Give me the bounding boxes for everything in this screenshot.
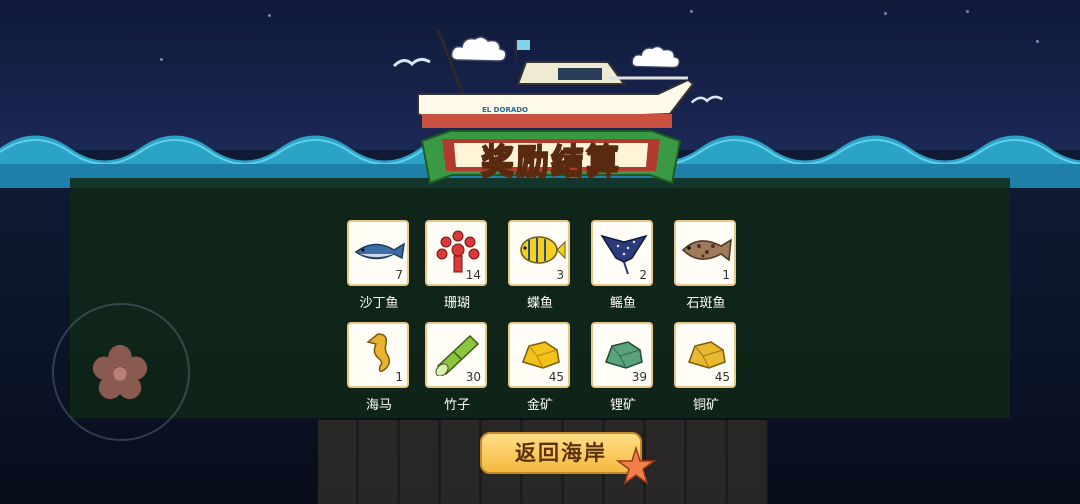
reward-count: 30	[465, 370, 481, 384]
reward-count: 7	[395, 268, 403, 282]
reward-card: 14	[425, 220, 487, 286]
starfish-icon	[616, 446, 656, 485]
reward-name: 海马	[365, 398, 392, 413]
reward-count: 45	[548, 370, 564, 384]
reward-name: 铜矿	[692, 398, 719, 413]
reward-name: 竹子	[443, 398, 470, 413]
page-title: 奖励结算	[480, 140, 621, 181]
game-scene: EL DORADO 奖励结算 7 沙丁鱼 14 珊瑚 3 蝶鱼 2 鳐鱼 1 石…	[0, 0, 1080, 504]
reward-count: 39	[631, 370, 647, 384]
reward-card: 45	[508, 322, 570, 388]
reward-name: 蝶鱼	[526, 296, 553, 311]
reward-name: 珊瑚	[443, 296, 470, 311]
star	[690, 10, 693, 13]
reward-item[interactable]: 2 鳐鱼	[591, 220, 655, 311]
reward-name: 沙丁鱼	[359, 296, 399, 311]
reward-count: 14	[465, 268, 481, 282]
reward-count: 3	[556, 268, 564, 282]
reward-item[interactable]: 1 海马	[347, 322, 411, 413]
star	[966, 10, 969, 13]
star	[268, 14, 271, 17]
reward-card: 39	[591, 322, 653, 388]
reward-item[interactable]: 7 沙丁鱼	[347, 220, 411, 311]
boat-icon: EL DORADO	[417, 29, 695, 128]
reward-count: 1	[722, 268, 730, 282]
reward-count: 1	[395, 370, 403, 384]
reward-card: 3	[508, 220, 570, 286]
reward-item[interactable]: 1 石斑鱼	[674, 220, 738, 311]
reward-card: 30	[425, 322, 487, 388]
reward-name: 石斑鱼	[686, 296, 726, 311]
reward-card: 1	[674, 220, 736, 286]
boat-name-text: EL DORADO	[482, 106, 528, 114]
reward-name: 锂矿	[609, 398, 636, 413]
reward-count: 45	[714, 370, 730, 384]
star	[160, 58, 163, 61]
reward-card: 1	[347, 322, 409, 388]
reward-card: 2	[591, 220, 653, 286]
blossom-icon	[92, 344, 148, 400]
star	[884, 12, 887, 15]
reward-item[interactable]: 45 铜矿	[674, 322, 738, 413]
reward-item[interactable]: 3 蝶鱼	[508, 220, 572, 311]
reward-card: 45	[674, 322, 736, 388]
reward-item[interactable]: 14 珊瑚	[425, 220, 489, 311]
reward-item[interactable]: 30 竹子	[425, 322, 489, 413]
reward-name: 鳐鱼	[609, 296, 636, 311]
reward-item[interactable]: 45 金矿	[508, 322, 572, 413]
reward-name: 金矿	[526, 398, 553, 413]
reward-item[interactable]: 39 锂矿	[591, 322, 655, 413]
reward-count: 2	[639, 268, 647, 282]
star	[1036, 40, 1039, 43]
reward-card: 7	[347, 220, 409, 286]
